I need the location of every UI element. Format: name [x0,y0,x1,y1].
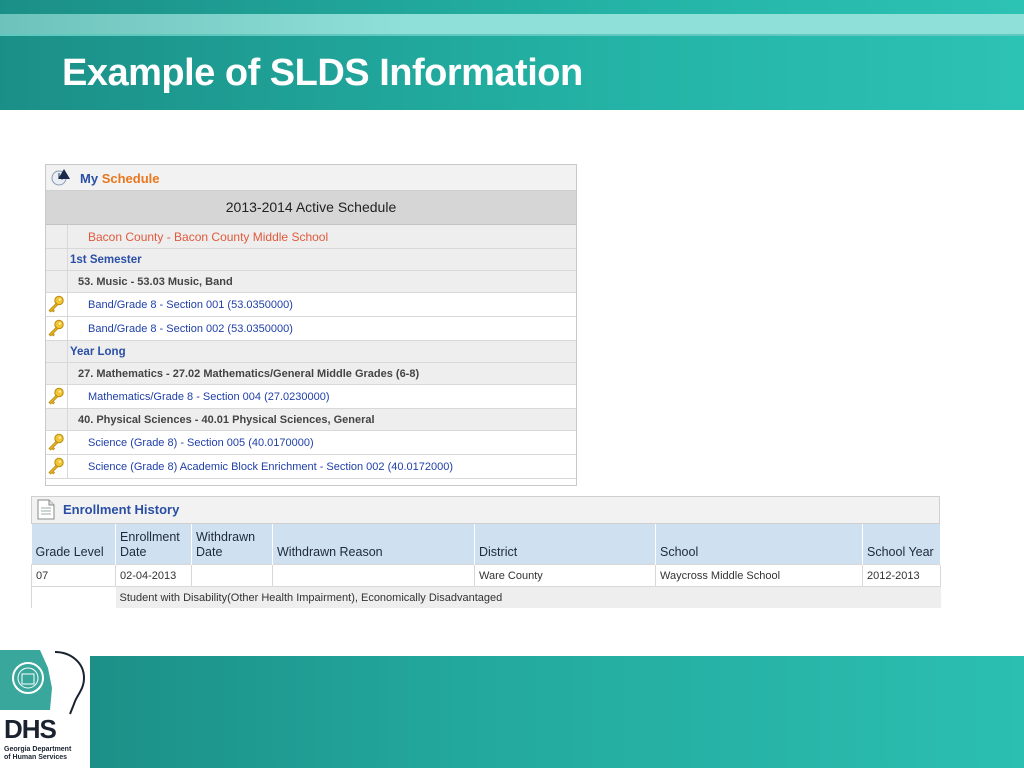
col-withdrawn-reason[interactable]: Withdrawn Reason [272,524,475,565]
section-link[interactable]: Band/Grade 8 - Section 001 (53.0350000) [88,293,293,316]
my-schedule-panel: My Schedule 2013-2014 Active Schedule Ba… [45,164,577,486]
section-link[interactable]: Science (Grade 8) Academic Block Enrichm… [88,455,453,478]
row-gutter [46,409,68,430]
course-label: 40. Physical Sciences - 40.01 Physical S… [78,413,375,426]
section-row[interactable]: Science (Grade 8) - Section 005 (40.0170… [46,431,576,455]
course-label: 53. Music - 53.03 Music, Band [78,275,233,288]
col-enrollment-date[interactable]: Enrollment Date [115,524,192,565]
footer-band [0,656,1024,768]
section-row[interactable]: Band/Grade 8 - Section 001 (53.0350000) [46,293,576,317]
cell-district: Ware County [474,564,656,587]
school-row[interactable]: Bacon County - Bacon County Middle Schoo… [46,225,576,249]
program-note: Student with Disability(Other Health Imp… [115,586,941,608]
row-gutter [46,225,68,248]
program-note-row: Student with Disability(Other Health Imp… [31,586,941,608]
row-gutter [46,385,68,408]
semester-row: 1st Semester [46,249,576,271]
semester-label: Year Long [70,345,126,358]
course-row: 53. Music - 53.03 Music, Band [46,271,576,293]
dhs-logo: DHS Georgia Department of Human Services [0,648,90,768]
key-icon [48,295,64,313]
row-gutter [46,363,68,384]
my-schedule-title: My Schedule [80,171,159,186]
semester-row: Year Long [46,341,576,363]
course-row: 40. Physical Sciences - 40.01 Physical S… [46,409,576,431]
my-schedule-header: My Schedule [46,165,576,191]
course-label: 27. Mathematics - 27.02 Mathematics/Gene… [78,367,420,380]
enrollment-history-header: Enrollment History [31,496,940,524]
dhs-org-name: Georgia Department of Human Services [4,746,72,761]
section-link[interactable]: Science (Grade 8) - Section 005 (40.0170… [88,431,314,454]
section-row[interactable]: Band/Grade 8 - Section 002 (53.0350000) [46,317,576,341]
enrollment-history-title: Enrollment History [63,502,180,517]
section-row[interactable]: Mathematics/Grade 8 - Section 004 (27.02… [46,385,576,409]
table-row: 07 02-04-2013 Ware County Waycross Middl… [31,564,941,587]
section-row[interactable]: Science (Grade 8) Academic Block Enrichm… [46,455,576,479]
row-gutter [46,317,68,340]
col-school-year[interactable]: School Year [862,524,941,565]
active-schedule-label: 2013-2014 Active Schedule [46,191,576,225]
key-icon [48,387,64,405]
row-gutter [46,431,68,454]
my-label: My [80,171,99,186]
header-stripe [0,14,1024,36]
schedule-icon [51,169,70,186]
cell-enrollment-date: 02-04-2013 [115,564,192,587]
col-district[interactable]: District [474,524,656,565]
semester-label: 1st Semester [70,253,142,266]
row-gutter [46,271,68,292]
row-gutter [46,293,68,316]
slide-title: Example of SLDS Information [62,52,583,94]
schedule-rows: 1st Semester 53. Music - 53.03 Music, Ban… [46,249,576,479]
cell-withdrawn-date [191,564,273,587]
enrollment-header-row: Grade Level Enrollment Date Withdrawn Da… [31,524,941,565]
enrollment-table: Grade Level Enrollment Date Withdrawn Da… [31,524,941,608]
cell-school: Waycross Middle School [655,564,863,587]
col-school[interactable]: School [655,524,863,565]
cell-grade-level: 07 [31,564,116,587]
section-link[interactable]: Band/Grade 8 - Section 002 (53.0350000) [88,317,293,340]
cell-withdrawn-reason [272,564,475,587]
enrollment-history-panel: Enrollment History Grade Level Enrollmen… [31,496,941,608]
key-icon [48,319,64,337]
key-icon [48,457,64,475]
row-gutter [46,455,68,478]
school-name[interactable]: Bacon County - Bacon County Middle Schoo… [88,225,328,248]
dhs-abbr: DHS [4,714,57,744]
document-icon [37,499,55,520]
col-grade-level[interactable]: Grade Level [31,524,116,565]
schedule-label: Schedule [101,171,160,186]
row-gutter [46,341,68,362]
row-gutter [46,249,68,270]
col-withdrawn-date[interactable]: Withdrawn Date [191,524,273,565]
course-row: 27. Mathematics - 27.02 Mathematics/Gene… [46,363,576,385]
section-link[interactable]: Mathematics/Grade 8 - Section 004 (27.02… [88,385,330,408]
note-spacer [31,586,116,608]
key-icon [48,433,64,451]
georgia-seal-icon [0,650,86,715]
cell-school-year: 2012-2013 [862,564,941,587]
